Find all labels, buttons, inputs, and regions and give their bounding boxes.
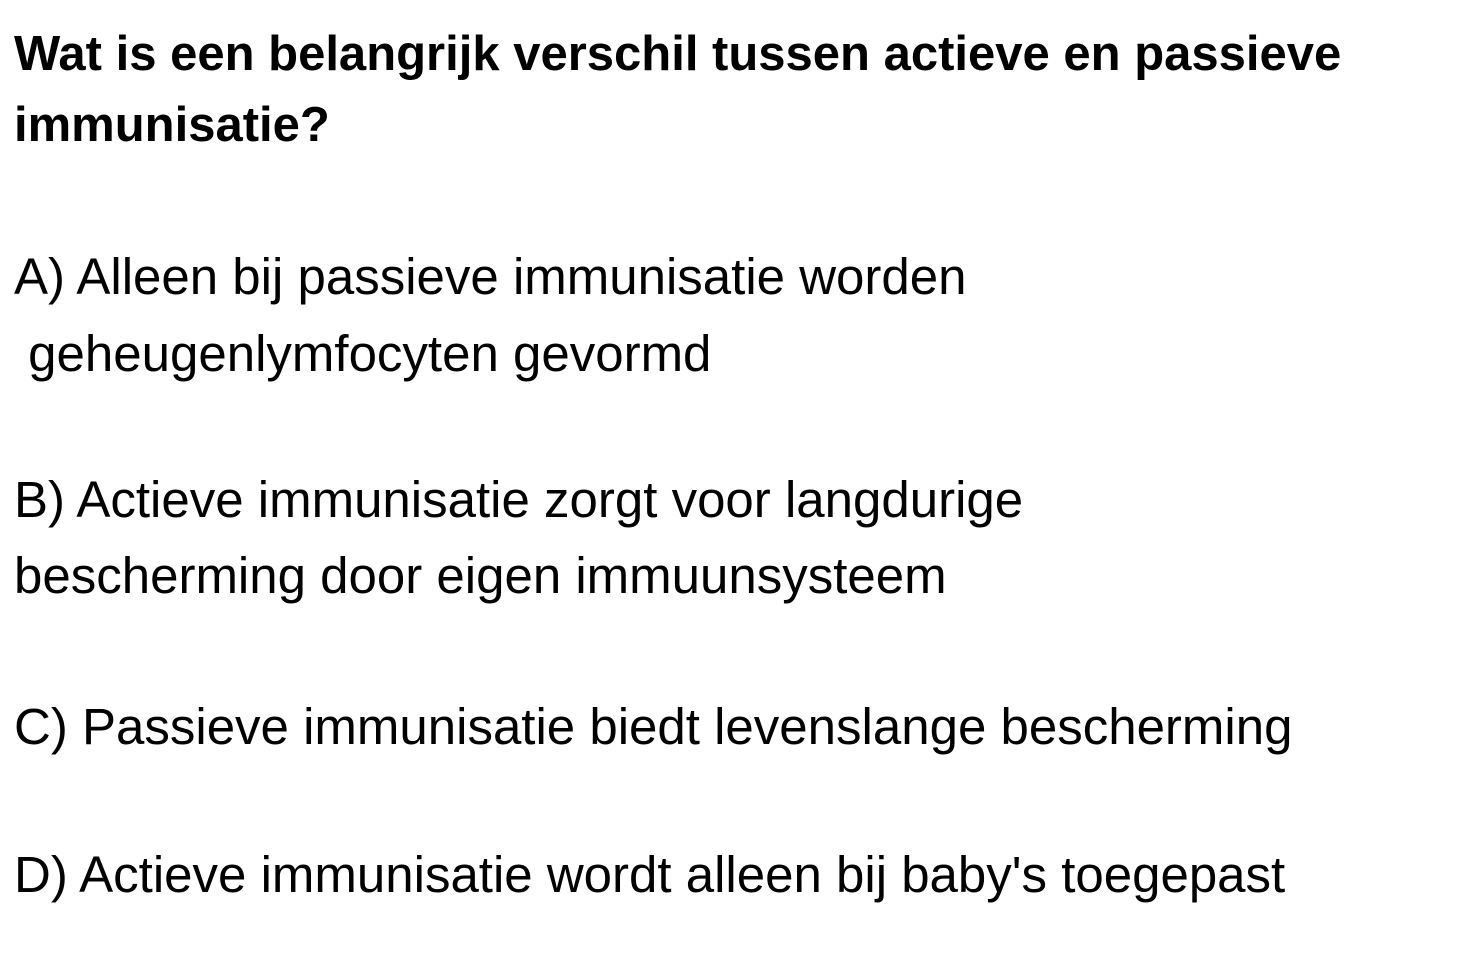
option-a-line-2: geheugenlymfocyten gevormd	[14, 325, 712, 382]
option-b-line-1: B) Actieve immunisatie zorgt voor langdu…	[14, 471, 1024, 528]
option-b-line-2: bescherming door eigen immuunsysteem	[14, 547, 947, 604]
question-line-2: immunisatie?	[14, 98, 330, 152]
option-d-line-1: D) Actieve immunisatie wordt alleen bij …	[14, 846, 1286, 903]
option-c-line-1: C) Passieve immunisatie biedt levenslang…	[14, 698, 1293, 755]
question-line-1: Wat is een belangrijk verschil tussen ac…	[14, 27, 1342, 81]
option-a-line-1: A) Alleen bij passieve immunisatie worde…	[14, 248, 967, 305]
